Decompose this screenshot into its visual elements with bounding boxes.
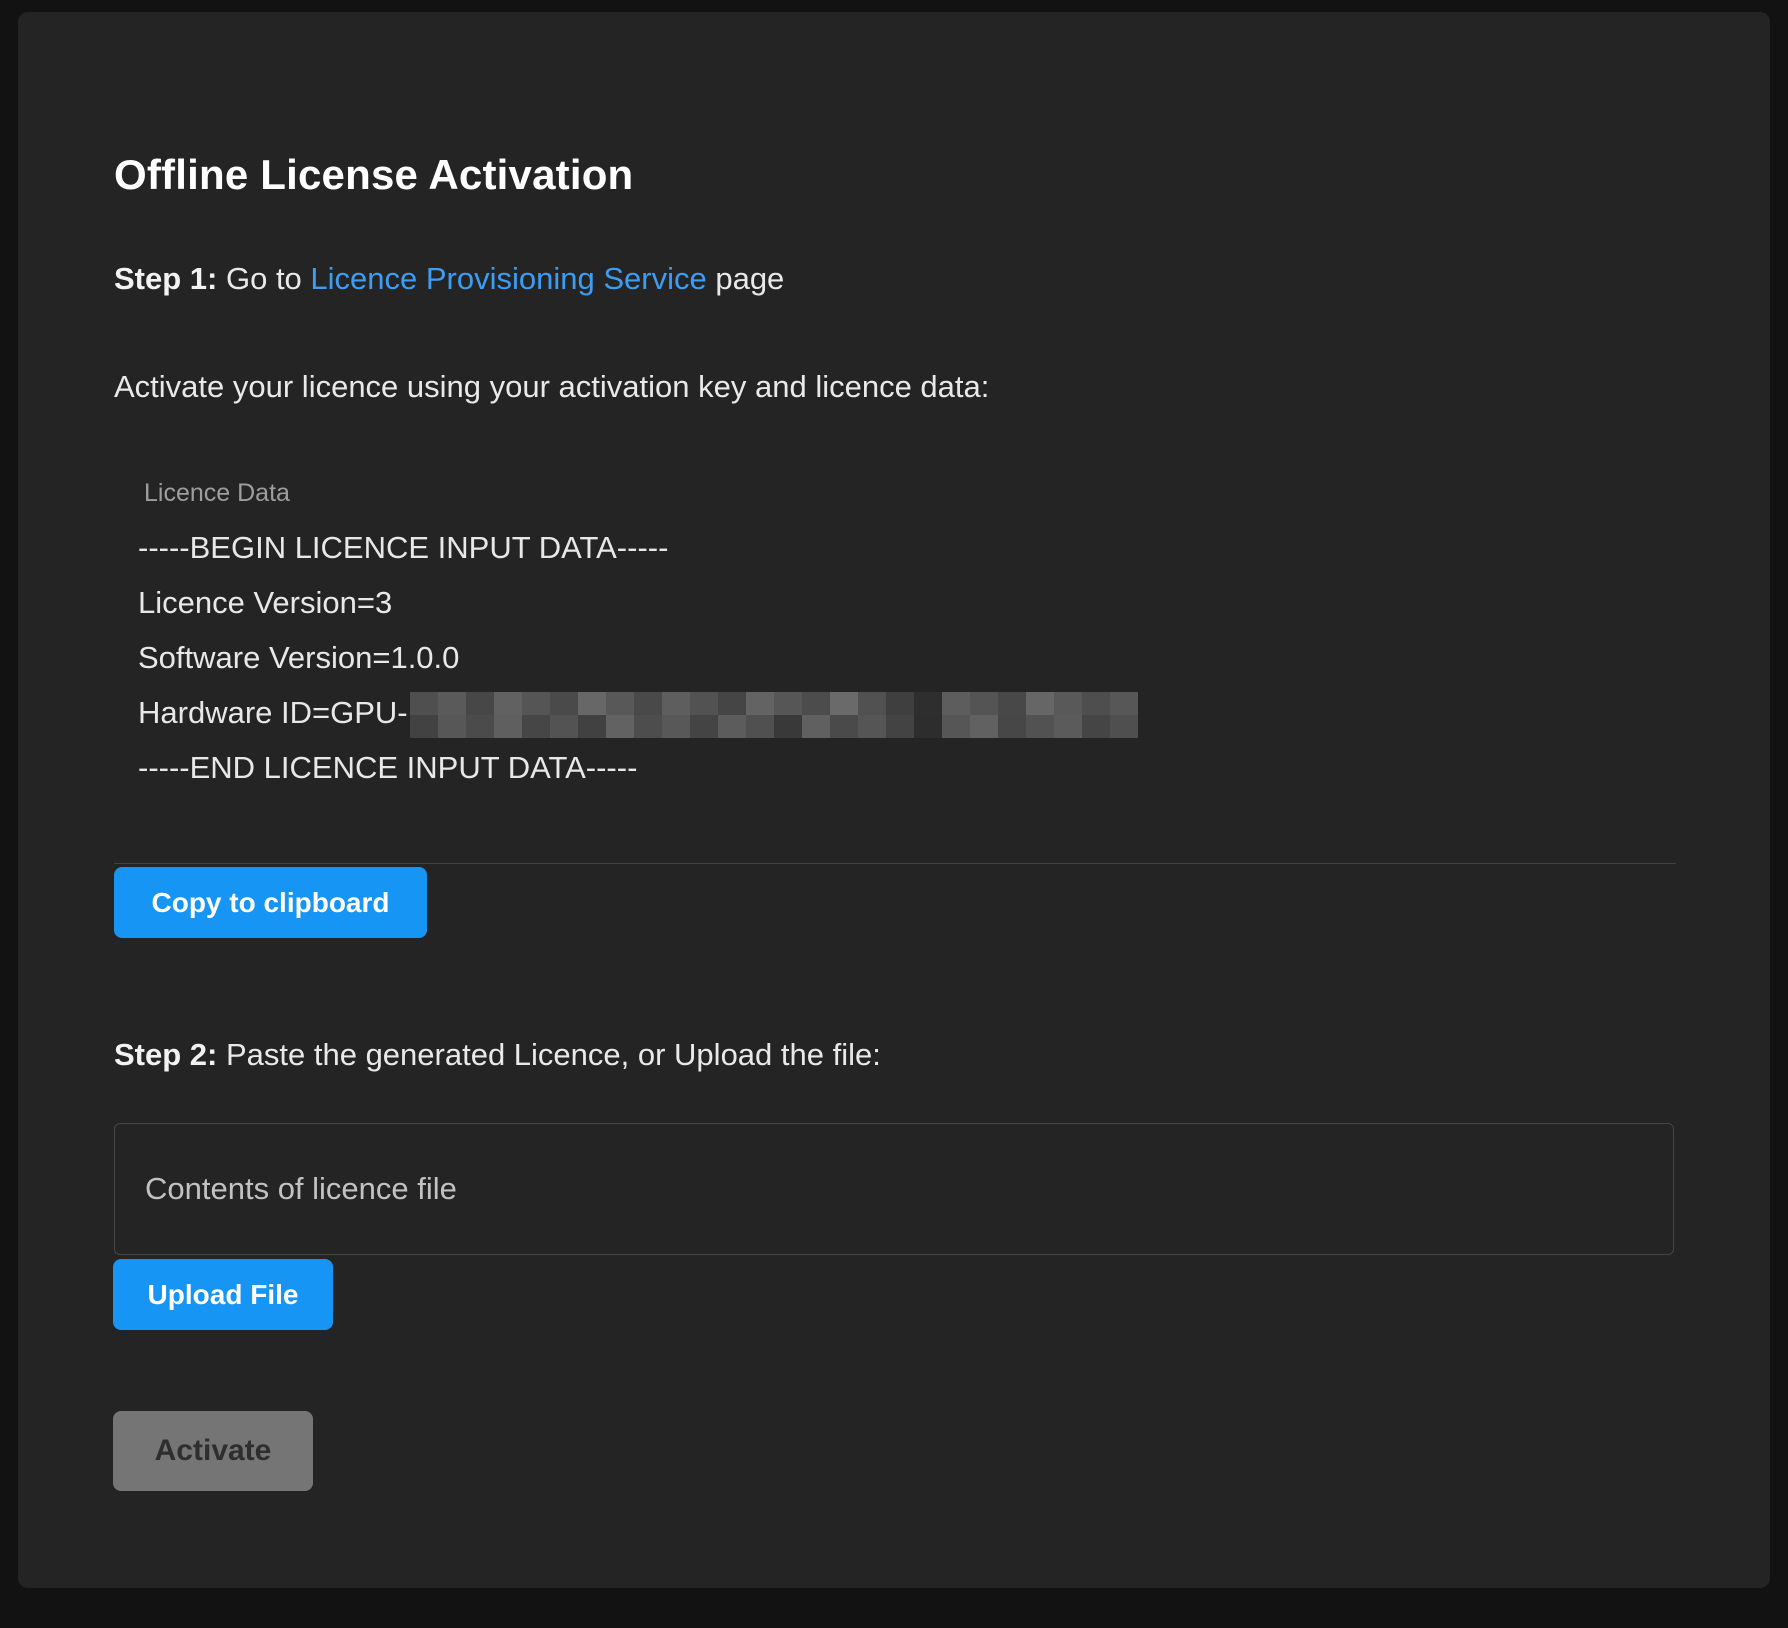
section-divider — [114, 863, 1676, 864]
offline-license-activation-page: { "window": { "background": "#121212", "… — [0, 0, 1788, 1628]
step2-line: Step 2: Paste the generated Licence, or … — [114, 1036, 881, 1074]
step2-text: Paste the generated Licence, or Upload t… — [217, 1037, 881, 1072]
software-version-line: Software Version=1.0.0 — [138, 630, 1138, 685]
licence-version-line: Licence Version=3 — [138, 575, 1138, 630]
page-title: Offline License Activation — [114, 150, 633, 200]
licence-data-block: Licence Data -----BEGIN LICENCE INPUT DA… — [138, 478, 1138, 795]
licence-begin-line: -----BEGIN LICENCE INPUT DATA----- — [138, 520, 1138, 575]
licence-provisioning-service-link[interactable]: Licence Provisioning Service — [310, 261, 706, 296]
hardware-id-blur — [410, 692, 1138, 738]
copy-to-clipboard-button[interactable]: Copy to clipboard — [114, 867, 427, 938]
licence-end-line: -----END LICENCE INPUT DATA----- — [138, 740, 1138, 795]
activation-card: Offline License Activation Step 1: Go to… — [18, 12, 1770, 1588]
step2-label: Step 2: — [114, 1037, 217, 1072]
licence-file-contents-input[interactable] — [114, 1123, 1674, 1255]
hardware-id-prefix: Hardware ID=GPU- — [138, 695, 408, 730]
licence-data-label: Licence Data — [144, 478, 1138, 508]
step1-suffix: page — [707, 261, 785, 296]
step1-line: Step 1: Go to Licence Provisioning Servi… — [114, 260, 784, 298]
activate-button[interactable]: Activate — [113, 1411, 313, 1491]
step1-label: Step 1: — [114, 261, 217, 296]
step1-prefix: Go to — [217, 261, 310, 296]
hardware-id-line: Hardware ID=GPU- — [138, 685, 1138, 740]
upload-file-button[interactable]: Upload File — [113, 1259, 333, 1330]
activation-instruction: Activate your licence using your activat… — [114, 368, 989, 406]
